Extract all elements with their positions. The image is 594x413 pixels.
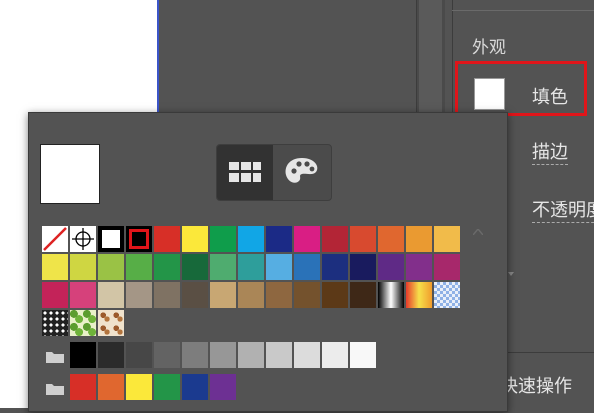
gray-swatch[interactable]	[98, 342, 124, 368]
color-swatch[interactable]	[210, 282, 236, 308]
color-swatch[interactable]	[322, 254, 348, 280]
gray-swatch[interactable]	[154, 342, 180, 368]
color-group-swatch[interactable]	[70, 374, 96, 400]
leaf-pattern[interactable]	[70, 310, 96, 336]
color-swatch[interactable]	[70, 254, 96, 280]
gray-swatch[interactable]	[182, 342, 208, 368]
gradient-white-black[interactable]	[378, 282, 404, 308]
color-swatch[interactable]	[350, 226, 376, 252]
color-group-swatch[interactable]	[98, 374, 124, 400]
color-group-swatch[interactable]	[210, 374, 236, 400]
chevron-up-icon[interactable]	[473, 229, 483, 235]
color-group-swatch[interactable]	[126, 374, 152, 400]
color-swatch[interactable]	[322, 282, 348, 308]
appearance-section-title: 外观	[472, 38, 506, 58]
stroke-label[interactable]: 描边	[532, 142, 568, 165]
color-swatch[interactable]	[126, 254, 152, 280]
color-swatch[interactable]	[294, 254, 320, 280]
color-swatch[interactable]	[322, 226, 348, 252]
color-swatch[interactable]	[238, 254, 264, 280]
registration-swatch-icon[interactable]	[70, 226, 96, 252]
folder-icon[interactable]	[42, 342, 68, 368]
view-toggle	[216, 144, 332, 201]
swatch-grid-scrollbar[interactable]	[469, 223, 489, 413]
color-swatch[interactable]	[42, 254, 68, 280]
color-swatch[interactable]	[98, 282, 124, 308]
color-swatch[interactable]	[238, 282, 264, 308]
color-swatch[interactable]	[266, 282, 292, 308]
gray-swatch[interactable]	[350, 342, 376, 368]
color-swatch[interactable]	[406, 254, 432, 280]
grid-swatches-icon	[229, 162, 261, 182]
gray-swatch[interactable]	[126, 342, 152, 368]
fill-color-swatch[interactable]	[474, 78, 505, 110]
color-swatch[interactable]	[210, 226, 236, 252]
color-swatch[interactable]	[434, 254, 460, 280]
color-swatch[interactable]	[98, 254, 124, 280]
dots-pattern[interactable]	[42, 310, 68, 336]
gray-swatch[interactable]	[238, 342, 264, 368]
color-swatch[interactable]	[350, 282, 376, 308]
gray-swatch[interactable]	[294, 342, 320, 368]
color-swatch[interactable]	[42, 282, 68, 308]
color-swatch[interactable]	[294, 226, 320, 252]
fill-label[interactable]: 填色	[532, 83, 568, 109]
black-swatch[interactable]	[126, 226, 152, 252]
color-swatch[interactable]	[154, 254, 180, 280]
color-swatch[interactable]	[350, 254, 376, 280]
color-swatch[interactable]	[378, 226, 404, 252]
color-picker-view-button[interactable]	[274, 145, 331, 200]
color-group-swatch[interactable]	[182, 374, 208, 400]
color-swatch[interactable]	[266, 254, 292, 280]
gray-swatch[interactable]	[266, 342, 292, 368]
color-swatch[interactable]	[126, 282, 152, 308]
gray-swatch[interactable]	[322, 342, 348, 368]
color-swatch[interactable]	[434, 226, 460, 252]
color-swatch[interactable]	[406, 226, 432, 252]
color-swatch[interactable]	[154, 282, 180, 308]
color-swatch[interactable]	[182, 254, 208, 280]
color-swatch[interactable]	[154, 226, 180, 252]
color-swatch[interactable]	[266, 226, 292, 252]
swatches-popup	[28, 112, 508, 412]
gradient-orange-yellow[interactable]	[406, 282, 432, 308]
swatch-grid	[39, 223, 495, 413]
gradient-blue-white[interactable]	[434, 282, 460, 308]
color-swatch[interactable]	[378, 254, 404, 280]
color-swatch[interactable]	[70, 282, 96, 308]
folder-icon[interactable]	[42, 374, 68, 400]
color-swatch[interactable]	[182, 282, 208, 308]
paisley-pattern[interactable]	[98, 310, 124, 336]
gray-swatch[interactable]	[70, 342, 96, 368]
color-swatch[interactable]	[210, 254, 236, 280]
gray-swatch[interactable]	[210, 342, 236, 368]
quick-actions-label: 快速操作	[500, 376, 572, 397]
panel-divider	[452, 10, 594, 11]
swatches-view-button[interactable]	[217, 145, 273, 200]
color-swatch[interactable]	[294, 282, 320, 308]
white-swatch[interactable]	[98, 226, 124, 252]
color-swatch[interactable]	[182, 226, 208, 252]
color-group-swatch[interactable]	[154, 374, 180, 400]
opacity-label[interactable]: 不透明度	[532, 200, 594, 223]
color-swatch[interactable]	[238, 226, 264, 252]
palette-icon	[285, 158, 318, 183]
current-fill-preview	[40, 144, 100, 204]
chevron-down-icon[interactable]	[508, 272, 514, 276]
none-swatch-icon[interactable]	[42, 226, 68, 252]
